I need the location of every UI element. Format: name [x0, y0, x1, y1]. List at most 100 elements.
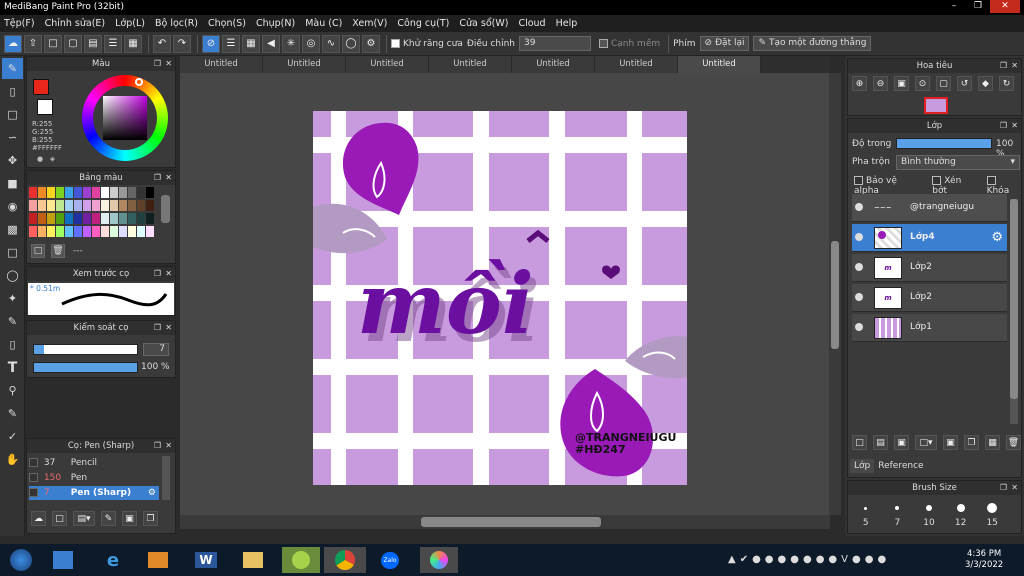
palette-swatch[interactable]: [128, 187, 136, 198]
start-button[interactable]: [4, 547, 38, 573]
media-player-icon[interactable]: [143, 547, 173, 573]
layer-row[interactable]: m Lớp2: [852, 254, 1007, 282]
stroke-tool-icon[interactable]: ∽: [2, 127, 23, 148]
menu-select[interactable]: Chọn(S): [208, 18, 246, 29]
palette-swatch[interactable]: [110, 200, 118, 211]
hand-tool-icon[interactable]: ✋: [2, 449, 23, 470]
ellipse-snap-icon[interactable]: ◯: [342, 34, 360, 53]
brush-tool-icon[interactable]: ✎: [2, 58, 23, 79]
palette-swatch[interactable]: [101, 226, 109, 237]
menu-edit[interactable]: Chỉnh sửa(E): [45, 18, 106, 29]
menu-filter[interactable]: Bộ lọc(R): [155, 18, 198, 29]
eye-icon[interactable]: [855, 263, 863, 271]
palette-swatch[interactable]: [65, 187, 73, 198]
palette-swatch[interactable]: [146, 213, 154, 224]
foreground-swatch[interactable]: [33, 79, 49, 95]
palette-swatch[interactable]: [56, 226, 64, 237]
select-tool-icon[interactable]: □: [2, 242, 23, 263]
brush-item-selected[interactable]: 7 Pen (Sharp) ⚙: [29, 486, 159, 500]
tab-reference[interactable]: Reference: [874, 459, 927, 473]
menu-file[interactable]: Tệp(F): [4, 18, 35, 29]
artwork-canvas[interactable]: mồi mồi @TRANGNEIUGU #HĐ247: [313, 111, 687, 485]
app-icon-2[interactable]: [282, 547, 320, 573]
palette-swatch[interactable]: [83, 213, 91, 224]
zalo-icon[interactable]: Zalo: [375, 547, 405, 573]
add-palette-icon[interactable]: □: [31, 244, 45, 258]
eye-icon[interactable]: [855, 323, 863, 331]
close-icon[interactable]: ✕: [165, 321, 172, 335]
bucket-tool-icon[interactable]: ◉: [2, 196, 23, 217]
gear-icon[interactable]: ⚙: [991, 230, 1003, 245]
fill-rect-tool-icon[interactable]: ■: [2, 173, 23, 194]
palette-swatch[interactable]: [137, 226, 145, 237]
eye-icon[interactable]: [855, 233, 863, 241]
new-layer-icon[interactable]: □: [852, 435, 867, 450]
close-icon[interactable]: ✕: [165, 57, 172, 71]
adjust-select[interactable]: 39: [518, 36, 591, 51]
palette-more[interactable]: ---: [73, 246, 83, 256]
palette-swatch[interactable]: [92, 213, 100, 224]
layer-scrollbar[interactable]: [1010, 199, 1018, 424]
float-icon[interactable]: ❐: [1000, 119, 1007, 133]
magic-wand-icon[interactable]: ✦: [2, 288, 23, 309]
menu-window[interactable]: Cửa sổ(W): [459, 18, 508, 29]
delete-palette-icon[interactable]: 🗑: [51, 244, 65, 258]
zoom-reset-icon[interactable]: ⊙: [915, 76, 930, 91]
palette-swatch[interactable]: [110, 187, 118, 198]
float-icon[interactable]: ❐: [154, 171, 161, 185]
brush-new-icon[interactable]: □: [52, 511, 67, 526]
close-icon[interactable]: ✕: [165, 171, 172, 185]
zoom-out-icon[interactable]: ⊖: [873, 76, 888, 91]
palette-swatch[interactable]: [74, 200, 82, 211]
opacity-slider[interactable]: [33, 362, 138, 373]
navigator-thumbnail[interactable]: [924, 97, 948, 114]
app-icon-1[interactable]: [48, 547, 78, 573]
duplicate-layer-icon[interactable]: ❐: [964, 435, 979, 450]
move-tool-icon[interactable]: ✥: [2, 150, 23, 171]
brush-size-preset[interactable]: 5: [852, 498, 880, 533]
brush-edit-icon[interactable]: ✎: [101, 511, 116, 526]
palette-swatch[interactable]: [74, 213, 82, 224]
float-icon[interactable]: ❐: [154, 321, 161, 335]
palette-swatch[interactable]: [56, 200, 64, 211]
brush-size-preset[interactable]: 15: [978, 498, 1006, 533]
tab-untitled[interactable]: Untitled: [180, 56, 263, 73]
palette-swatch[interactable]: [119, 226, 127, 237]
menu-cloud[interactable]: Cloud: [518, 18, 545, 29]
tab-untitled[interactable]: Untitled: [595, 56, 678, 73]
chrome-icon[interactable]: [324, 547, 366, 573]
rectangle-tool-icon[interactable]: □: [2, 104, 23, 125]
undo-icon[interactable]: ↶: [153, 34, 171, 53]
brush-copy-icon[interactable]: ❐: [143, 511, 158, 526]
straight-line-button[interactable]: ✎ Tạo một đường thẳng: [753, 36, 872, 51]
close-icon[interactable]: ✕: [1011, 119, 1018, 133]
comment-icon[interactable]: □: [44, 34, 62, 53]
float-icon[interactable]: ❐: [154, 57, 161, 71]
menu-tools[interactable]: Công cụ(T): [397, 18, 449, 29]
close-icon[interactable]: ✕: [1011, 59, 1018, 73]
palette-swatch[interactable]: [38, 226, 46, 237]
palette-swatch[interactable]: [146, 200, 154, 211]
palette-swatch[interactable]: [137, 213, 145, 224]
palette-swatch[interactable]: [29, 213, 37, 224]
actual-size-icon[interactable]: ▢: [936, 76, 951, 91]
palette-swatch[interactable]: [110, 226, 118, 237]
tab-layer[interactable]: Lớp: [850, 459, 875, 473]
merge-layer-icon[interactable]: ▦: [985, 435, 1000, 450]
palette-swatch[interactable]: [110, 213, 118, 224]
layer-row[interactable]: ~~~ @trangneiugu: [852, 194, 1007, 222]
snap-off-icon[interactable]: ⊘: [202, 34, 220, 53]
flip-icon[interactable]: ◆: [978, 76, 993, 91]
palette-swatch[interactable]: [38, 213, 46, 224]
horizontal-scroll-thumb[interactable]: [421, 517, 601, 527]
select-pen-icon[interactable]: ✎: [2, 311, 23, 332]
list-icon[interactable]: ☰: [104, 34, 122, 53]
palette-swatch[interactable]: [128, 200, 136, 211]
size-value[interactable]: 7: [143, 343, 169, 356]
lasso-tool-icon[interactable]: ◯: [2, 265, 23, 286]
layer-row[interactable]: m Lớp2: [852, 284, 1007, 312]
palette-swatch[interactable]: [101, 187, 109, 198]
text-tool-icon[interactable]: T: [2, 357, 23, 378]
vanish-snap-icon[interactable]: ◀: [262, 34, 280, 53]
cross-snap-icon[interactable]: ▦: [242, 34, 260, 53]
